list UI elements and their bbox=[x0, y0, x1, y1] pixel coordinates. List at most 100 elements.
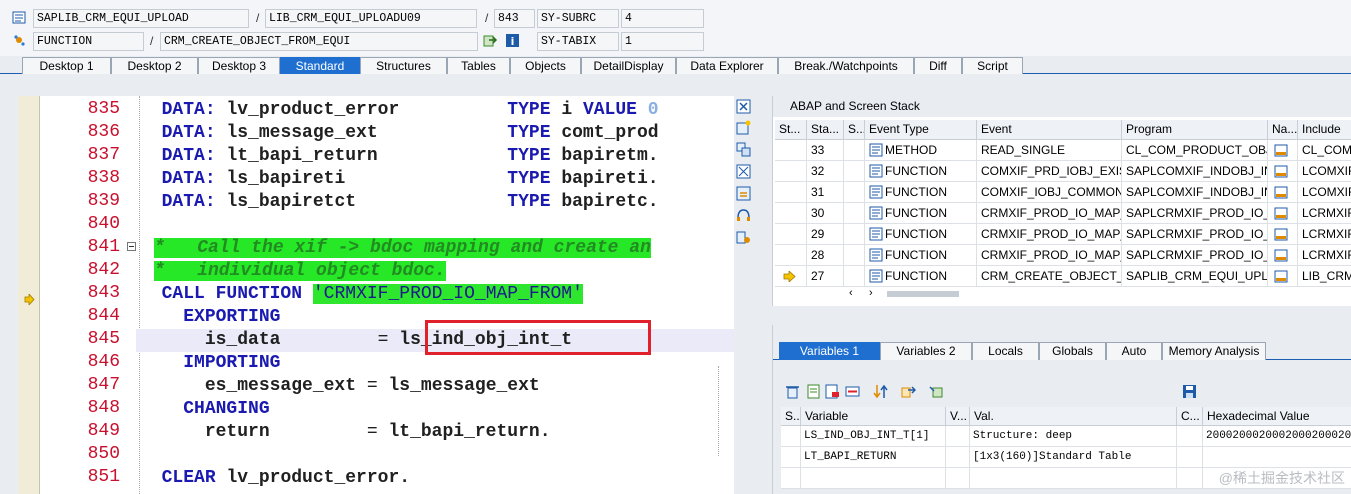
new-tool-icon[interactable] bbox=[736, 120, 751, 135]
tab-memory-analysis[interactable]: Memory Analysis bbox=[1162, 342, 1266, 360]
column-header[interactable]: V... bbox=[946, 407, 970, 426]
stack-level-cell[interactable]: 32 bbox=[807, 161, 844, 182]
horizontal-scrollbar[interactable]: ‹ › bbox=[847, 287, 959, 301]
program-cell[interactable]: SAPLCRMXIF_PROD_IO_... bbox=[1122, 245, 1268, 266]
tab-script[interactable]: Script bbox=[962, 57, 1023, 74]
stack-type-cell[interactable] bbox=[844, 140, 865, 161]
delete-icon[interactable] bbox=[785, 384, 800, 399]
stack-type-cell[interactable] bbox=[844, 203, 865, 224]
navigate-cell[interactable] bbox=[1268, 182, 1298, 203]
close-icon[interactable] bbox=[736, 99, 751, 114]
tab-desktop-1[interactable]: Desktop 1 bbox=[22, 57, 111, 74]
program-cell[interactable]: CL_COM_PRODUCT_OBJ... bbox=[1122, 140, 1268, 161]
program-cell[interactable]: SAPLCOMXIF_INDOBJ_IN... bbox=[1122, 161, 1268, 182]
event-cell[interactable]: CRMXIF_PROD_IO_MAP_... bbox=[977, 224, 1122, 245]
event-cell[interactable]: CRMXIF_PROD_IO_MAP_... bbox=[977, 245, 1122, 266]
navigate-cell[interactable] bbox=[1268, 161, 1298, 182]
scroll-right-icon[interactable]: › bbox=[869, 287, 873, 299]
tab-tables[interactable]: Tables bbox=[447, 57, 510, 74]
stack-level-cell[interactable]: 31 bbox=[807, 182, 844, 203]
program-cell[interactable]: SAPLCRMXIF_PROD_IO_I... bbox=[1122, 224, 1268, 245]
breakpoint-gutter[interactable] bbox=[18, 96, 40, 494]
tab-objects[interactable]: Objects bbox=[510, 57, 581, 74]
variable-name-cell[interactable]: LT_BAPI_RETURN bbox=[801, 447, 946, 468]
link-icon[interactable] bbox=[929, 384, 944, 399]
program-cell[interactable]: SAPLCRMXIF_PROD_IO_I... bbox=[1122, 203, 1268, 224]
source-icon[interactable] bbox=[1274, 249, 1288, 262]
event-type-cell[interactable]: FUNCTION bbox=[865, 161, 977, 182]
column-header[interactable]: Na... bbox=[1268, 120, 1298, 140]
stack-level-cell[interactable]: 33 bbox=[807, 140, 844, 161]
line-field[interactable]: 843 bbox=[494, 9, 535, 28]
scroll-left-icon[interactable]: ‹ bbox=[849, 287, 853, 299]
navigate-cell[interactable] bbox=[1268, 266, 1298, 287]
stack-type-cell[interactable] bbox=[844, 245, 865, 266]
navigate-cell[interactable] bbox=[1268, 224, 1298, 245]
program-field[interactable]: SAPLIB_CRM_EQUI_UPLOAD bbox=[33, 9, 249, 28]
stack-marker-cell[interactable] bbox=[775, 161, 807, 182]
navigate-cell[interactable] bbox=[1268, 245, 1298, 266]
stack-level-cell[interactable]: 27 bbox=[807, 266, 844, 287]
program-cell[interactable]: SAPLIB_CRM_EQUI_UPL... bbox=[1122, 266, 1268, 287]
stack-marker-cell[interactable] bbox=[775, 140, 807, 161]
include-cell[interactable]: LCRMXIF... bbox=[1298, 224, 1351, 245]
swap-tool-icon[interactable] bbox=[736, 142, 751, 157]
source-icon[interactable] bbox=[1274, 186, 1288, 199]
include-cell[interactable]: CL_COM_... bbox=[1298, 140, 1351, 161]
event-cell[interactable]: COMXIF_IOBJ_COMMON... bbox=[977, 182, 1122, 203]
event-type-cell[interactable]: FUNCTION bbox=[865, 245, 977, 266]
tab-structures[interactable]: Structures bbox=[360, 57, 447, 74]
stack-level-cell[interactable]: 28 bbox=[807, 245, 844, 266]
event-cell[interactable]: CRM_CREATE_OBJECT_F... bbox=[977, 266, 1122, 287]
stack-marker-cell[interactable] bbox=[775, 245, 807, 266]
include-cell[interactable]: LCRMXIF... bbox=[1298, 203, 1351, 224]
event-type-cell[interactable]: METHOD bbox=[865, 140, 977, 161]
variable-name-cell[interactable]: LS_IND_OBJ_INT_T[1] bbox=[801, 426, 946, 447]
variable-name-cell[interactable] bbox=[801, 468, 946, 489]
column-header[interactable]: C... bbox=[1177, 407, 1203, 426]
source-icon[interactable] bbox=[1274, 207, 1288, 220]
stack-marker-cell[interactable] bbox=[775, 182, 807, 203]
tab-standard[interactable]: Standard bbox=[280, 57, 360, 74]
include-cell[interactable]: LIB_CRM_... bbox=[1298, 266, 1351, 287]
services-icon[interactable] bbox=[736, 186, 751, 201]
delete-row-icon[interactable] bbox=[825, 384, 840, 399]
stack-type-cell[interactable] bbox=[844, 224, 865, 245]
settings-icon[interactable] bbox=[736, 230, 751, 245]
value-cell[interactable]: Structure: deep bbox=[970, 426, 1177, 447]
column-header[interactable]: Sta... bbox=[807, 120, 844, 140]
info-icon[interactable]: i bbox=[505, 33, 520, 48]
column-header[interactable]: Event bbox=[977, 120, 1122, 140]
tab-detaildisplay[interactable]: DetailDisplay bbox=[581, 57, 676, 74]
tab-locals[interactable]: Locals bbox=[972, 342, 1039, 360]
column-header[interactable]: Variable bbox=[801, 407, 946, 426]
include-field[interactable]: LIB_CRM_EQUI_UPLOADU09 bbox=[265, 9, 477, 28]
include-cell[interactable]: LCOMXIF... bbox=[1298, 161, 1351, 182]
column-header[interactable]: St... bbox=[775, 120, 807, 140]
stack-marker-cell[interactable] bbox=[775, 203, 807, 224]
tab-diff[interactable]: Diff bbox=[914, 57, 962, 74]
maximize-icon[interactable] bbox=[736, 164, 751, 179]
stack-level-cell[interactable]: 30 bbox=[807, 203, 844, 224]
stack-type-cell[interactable] bbox=[844, 182, 865, 203]
source-icon[interactable] bbox=[1274, 165, 1288, 178]
event-cell[interactable]: READ_SINGLE bbox=[977, 140, 1122, 161]
stack-marker-cell[interactable] bbox=[775, 266, 807, 287]
event-type-cell[interactable]: FUNCTION bbox=[865, 182, 977, 203]
clear-icon[interactable] bbox=[845, 384, 860, 399]
column-header[interactable]: Include bbox=[1298, 120, 1351, 140]
sort-icon[interactable] bbox=[873, 384, 888, 399]
include-cell[interactable]: LCOMXIF... bbox=[1298, 182, 1351, 203]
stack-type-cell[interactable] bbox=[844, 266, 865, 287]
scroll-thumb[interactable] bbox=[887, 291, 959, 297]
tab-variables-1[interactable]: Variables 1 bbox=[779, 342, 880, 360]
column-header[interactable]: S... bbox=[781, 407, 801, 426]
column-header[interactable]: S... bbox=[844, 120, 865, 140]
save-icon[interactable] bbox=[1182, 384, 1197, 399]
tab-auto[interactable]: Auto bbox=[1106, 342, 1162, 360]
column-header[interactable]: Hexadecimal Value bbox=[1203, 407, 1351, 426]
navigate-icon[interactable] bbox=[483, 33, 498, 48]
headset-icon[interactable] bbox=[736, 208, 751, 223]
transfer-icon[interactable] bbox=[901, 384, 916, 399]
event-type-cell[interactable]: FUNCTION bbox=[865, 266, 977, 287]
